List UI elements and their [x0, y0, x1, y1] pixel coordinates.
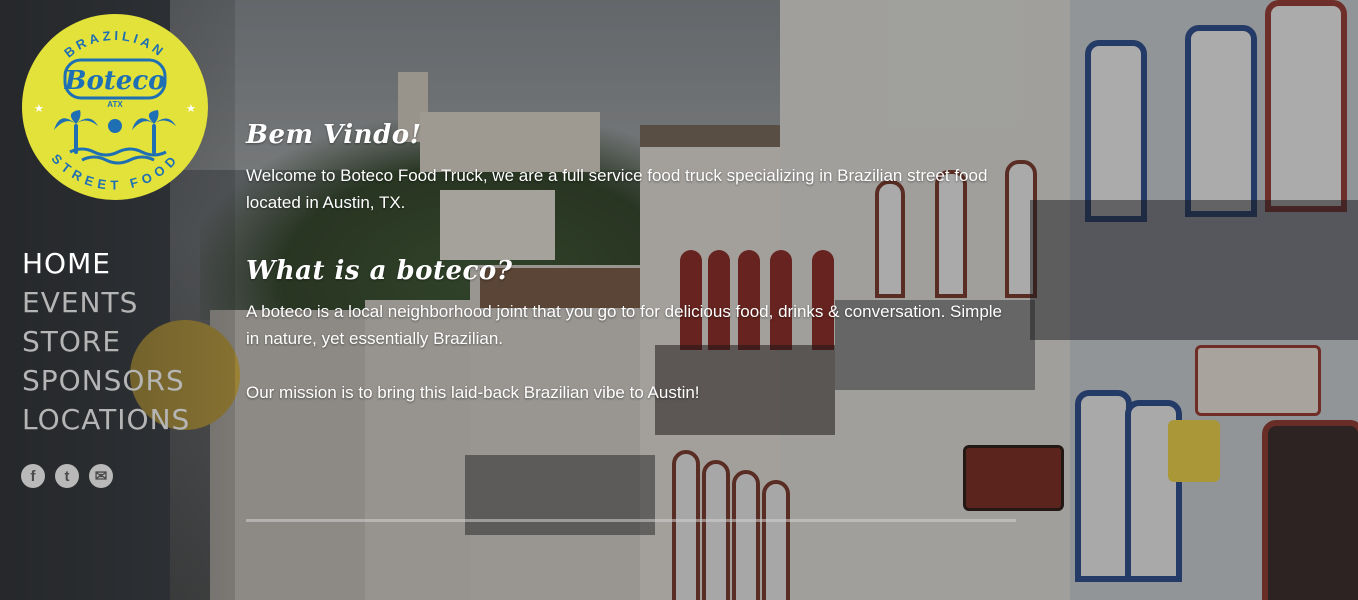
logo-city: ATX	[107, 100, 123, 109]
nav-locations[interactable]: LOCATIONS	[22, 400, 190, 439]
star-icon: ★	[34, 103, 44, 115]
mission-text: Our mission is to bring this laid-back B…	[246, 383, 700, 402]
email-icon[interactable]: ✉	[89, 464, 113, 488]
facebook-icon[interactable]: f	[21, 464, 45, 488]
nav-home[interactable]: HOME	[22, 244, 190, 283]
sun-icon	[108, 119, 122, 133]
main-content: Bem Vindo! Welcome to Boteco Food Truck,…	[246, 120, 1016, 406]
welcome-heading: Bem Vindo!	[246, 120, 422, 150]
logo-wordmark: Boteco	[63, 66, 165, 96]
nav-sponsors[interactable]: SPONSORS	[22, 361, 190, 400]
what-text: A boteco is a local neighborhood joint t…	[246, 302, 1003, 348]
star-icon: ★	[186, 103, 196, 115]
social-links: f t ✉	[21, 464, 113, 488]
nav-events[interactable]: EVENTS	[22, 283, 190, 322]
what-heading: What is a boteco?	[246, 256, 513, 286]
twitter-icon[interactable]: t	[55, 464, 79, 488]
boteco-logo[interactable]: BRAZILIAN STREET FOOD ★ ★ Boteco ATX	[20, 12, 210, 202]
content-divider	[246, 519, 1016, 522]
nav-store[interactable]: STORE	[22, 322, 190, 361]
main-nav: HOME EVENTS STORE SPONSORS LOCATIONS	[22, 244, 190, 439]
welcome-text: Welcome to Boteco Food Truck, we are a f…	[246, 166, 988, 212]
